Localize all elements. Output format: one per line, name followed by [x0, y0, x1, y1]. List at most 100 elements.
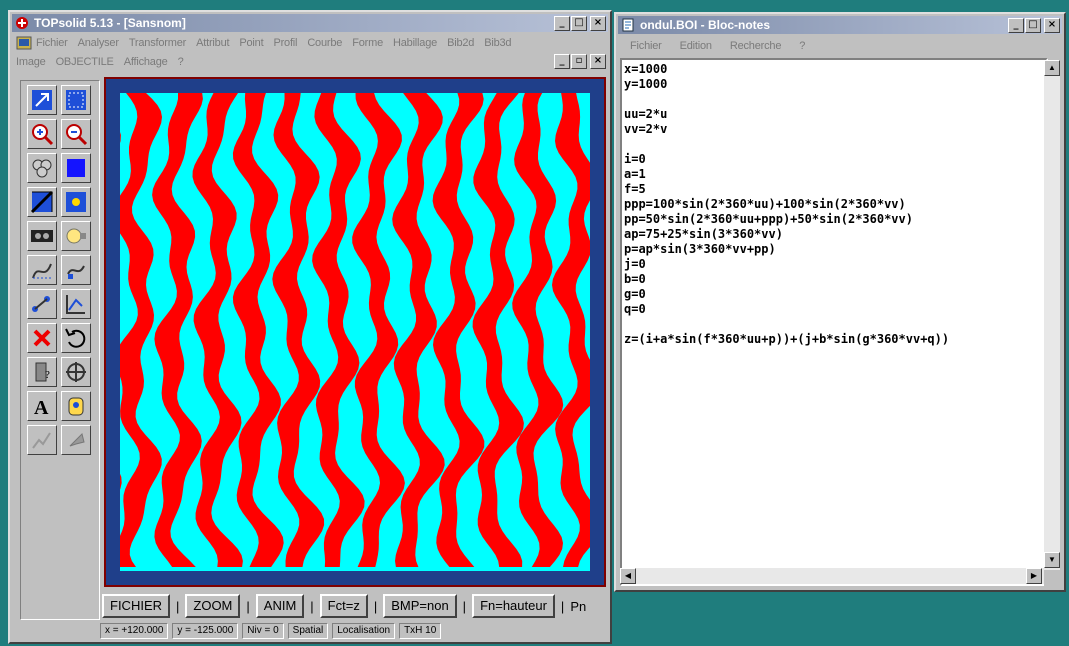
notepad-text-area[interactable]: x=1000 y=1000 uu=2*u vv=2*v i=0 a=1 f=5 ppp=100…	[620, 58, 1048, 586]
hide-icon	[30, 190, 54, 214]
wave-pattern	[120, 93, 590, 571]
tool-button[interactable]	[27, 221, 57, 251]
tool-button[interactable]	[61, 187, 91, 217]
code-line: a=1	[624, 167, 646, 181]
cmd-button-bmp-non[interactable]: BMP=non	[383, 594, 457, 618]
menu-item-forme[interactable]: Forme	[352, 37, 383, 49]
menu-item-fichier[interactable]: Fichier	[36, 37, 68, 49]
menu-item-profil[interactable]: Profil	[273, 37, 297, 49]
notepad-menu-recherche[interactable]: Recherche	[730, 40, 782, 52]
select-square-icon	[66, 90, 86, 110]
button-separator: |	[310, 598, 314, 614]
text-icon: A	[34, 397, 49, 418]
tool-button[interactable]: ?	[27, 357, 57, 387]
document-icon	[16, 36, 32, 50]
tool-button[interactable]	[27, 425, 57, 455]
tool-button[interactable]	[61, 221, 91, 251]
minimize-button[interactable]: _	[554, 16, 570, 31]
child-minimize-button[interactable]: _	[554, 54, 570, 69]
code-line: f=5	[624, 182, 646, 196]
notepad-title: ondul.BOI - Bloc-notes	[640, 18, 770, 32]
code-line: ppp=100*sin(2*360*uu)+100*sin(2*360*vv)	[624, 197, 906, 211]
button-separator: |	[176, 598, 180, 614]
menu-item-transformer[interactable]: Transformer	[129, 37, 186, 49]
menu-item-bib2d[interactable]: Bib2d	[447, 37, 474, 49]
notepad-menu-edition[interactable]: Edition	[680, 40, 712, 52]
code-line: z=(i+a*sin(f*360*uu+p))+(j+b*sin(g*360*v…	[624, 332, 950, 346]
tool-button[interactable]	[61, 391, 91, 421]
code-line: i=0	[624, 152, 646, 166]
tool-button[interactable]	[27, 119, 57, 149]
grayed-icon	[32, 432, 51, 449]
tool-button[interactable]	[61, 85, 91, 115]
menu-item-point[interactable]: Point	[239, 37, 263, 49]
notepad-app-icon	[622, 18, 634, 32]
tool-button[interactable]	[27, 85, 57, 115]
notepad-titlebar[interactable]: ondul.BOI - Bloc-notes _ □ ×	[618, 16, 1062, 34]
menu-item-bib3d[interactable]: Bib3d	[484, 37, 511, 49]
child-close-button[interactable]: ×	[590, 54, 606, 69]
pan-icon	[32, 159, 52, 178]
undo-icon	[65, 328, 86, 348]
light-icon	[66, 228, 86, 244]
arrow-icon	[32, 90, 52, 110]
maximize-button[interactable]: □	[571, 16, 587, 31]
resize-grip-icon[interactable]	[1044, 570, 1060, 586]
scroll-down-icon[interactable]: ▼	[1044, 552, 1060, 568]
notepad-menu-help[interactable]: ?	[799, 40, 805, 52]
notepad-close-button[interactable]: ×	[1044, 18, 1060, 33]
cmd-button-pn[interactable]: Pn	[570, 599, 586, 614]
cmd-button-fn-hauteur[interactable]: Fn=hauteur	[472, 594, 555, 618]
close-button[interactable]: ×	[590, 16, 606, 31]
menu-item-courbe[interactable]: Courbe	[307, 37, 342, 49]
scroll-left-icon[interactable]: ◀	[620, 568, 636, 584]
tool-button[interactable]	[61, 153, 91, 183]
notepad-maximize-button[interactable]: □	[1025, 18, 1041, 33]
vertical-scrollbar[interactable]: ▲ ▼	[1044, 60, 1060, 586]
menu-item-affichage[interactable]: Affichage	[124, 56, 168, 68]
menu-item-attribut[interactable]: Attribut	[196, 37, 229, 49]
notepad-menu-fichier[interactable]: Fichier	[630, 40, 662, 52]
tool-button[interactable]	[61, 357, 91, 387]
scroll-up-icon[interactable]: ▲	[1044, 60, 1060, 76]
menu-item-help[interactable]: ?	[178, 56, 184, 68]
code-line: ap=75+25*sin(3*360*vv)	[624, 227, 783, 241]
child-restore-button[interactable]: ▫	[571, 54, 587, 69]
cassette-icon	[31, 230, 53, 242]
topsolid-titlebar[interactable]: TOPsolid 5.13 - [Sansnom] _ □ ×	[12, 14, 608, 32]
main-menu: Fichier Analyser Transformer Attribut Point P…	[36, 37, 512, 49]
status-field: TxH 10	[399, 623, 442, 639]
tool-button[interactable]	[61, 425, 91, 455]
target-icon	[66, 362, 86, 382]
tool-button[interactable]	[27, 153, 57, 183]
tool-button[interactable]	[61, 323, 91, 353]
menu-item-image[interactable]: Image	[16, 56, 46, 68]
tool-button[interactable]	[61, 255, 91, 285]
tool-button[interactable]	[61, 289, 91, 319]
tool-button[interactable]	[27, 289, 57, 319]
tool-button[interactable]: A	[27, 391, 57, 421]
cmd-button-anim[interactable]: ANIM	[255, 594, 305, 618]
code-line: p=ap*sin(3*360*vv+pp)	[624, 242, 776, 256]
tool-button[interactable]	[27, 323, 57, 353]
tool-button[interactable]	[27, 187, 57, 217]
tool-button[interactable]	[27, 255, 57, 285]
button-separator: |	[373, 598, 378, 614]
drawing-canvas[interactable]	[104, 77, 606, 587]
cmd-button-zoom[interactable]: ZOOM	[185, 594, 241, 618]
menu-item-objectile[interactable]: OBJECTILE	[56, 56, 114, 68]
cmd-button-fct-z[interactable]: Fct=z	[319, 594, 368, 618]
horizontal-scrollbar[interactable]: ◀ ▶	[620, 568, 1060, 584]
scroll-right-icon[interactable]: ▶	[1026, 568, 1042, 584]
cmd-button-fichier[interactable]: FICHIER	[102, 594, 170, 618]
menu-item-analyser[interactable]: Analyser	[78, 37, 119, 49]
fill-square-icon	[67, 159, 85, 177]
formula-text: x=1000 y=1000 uu=2*u vv=2*v i=0 a=1 f=5 ppp=100…	[624, 62, 949, 347]
status-field: Spatial	[287, 623, 329, 639]
status-field: y = -125.000	[172, 623, 239, 639]
notepad-minimize-button[interactable]: _	[1008, 18, 1024, 33]
tool-button[interactable]	[61, 119, 91, 149]
menu-item-habillage[interactable]: Habillage	[393, 37, 437, 49]
